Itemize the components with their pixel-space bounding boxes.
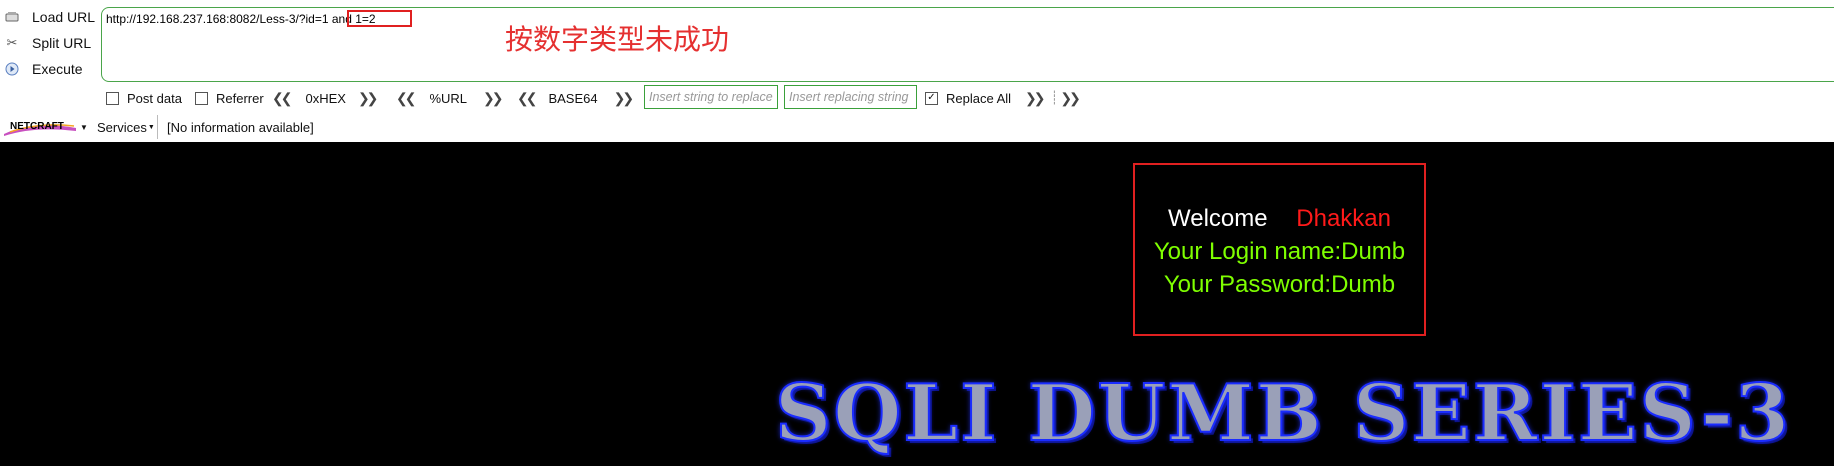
insert-string-input[interactable]: Insert string to replace <box>644 85 778 109</box>
checkbox-icon <box>195 91 208 105</box>
divider: ┊ <box>1050 90 1059 105</box>
referrer-checkbox[interactable]: Referrer <box>195 88 264 108</box>
hex-encode-group: ❮❮ 0xHEX ❯❯ <box>272 88 379 108</box>
replacing-string-input[interactable]: Insert replacing string <box>784 85 917 109</box>
netcraft-logo[interactable]: NETCRAFT <box>4 116 76 136</box>
url-value: http://192.168.237.168:8082/Less-3/?id=1… <box>106 12 376 26</box>
referrer-label: Referrer <box>216 90 264 106</box>
page-title-banner: SQLI DUMB SERIES-3 <box>774 367 1792 460</box>
scissors-icon: ✂ <box>6 35 18 50</box>
decode-arrow-icon[interactable]: ❮❮ <box>272 90 293 107</box>
checkbox-icon <box>106 91 119 105</box>
netcraft-menu-arrow[interactable]: ▼ <box>80 118 88 136</box>
services-menu[interactable]: Services ▼ <box>97 118 155 136</box>
hackbar-toolbar: Load URL ✂ Split URL Execute http://192.… <box>0 0 1834 142</box>
welcome-label: Welcome <box>1168 205 1268 232</box>
user-name: Dhakkan <box>1296 205 1391 232</box>
netcraft-logo-text: NETCRAFT <box>10 121 64 132</box>
decode-arrow-icon[interactable]: ❮❮ <box>517 90 538 107</box>
url-encode-group: ❮❮ %URL ❯❯ <box>396 88 504 108</box>
load-url-label: Load URL <box>32 9 96 25</box>
decode-arrow-icon[interactable]: ❮❮ <box>396 90 417 107</box>
execute-label: Execute <box>32 61 83 77</box>
split-url-label: Split URL <box>32 35 92 51</box>
chevron-down-icon: ▼ <box>147 123 155 131</box>
load-url-button[interactable]: Load URL <box>0 5 100 29</box>
post-data-checkbox[interactable]: Post data <box>106 88 182 108</box>
replace-all-label: Replace All <box>946 90 1012 106</box>
divider <box>157 115 158 139</box>
base64-label: BASE64 <box>548 90 598 106</box>
load-url-icon <box>4 9 20 25</box>
encode-arrow-icon[interactable]: ❯❯ <box>614 90 635 107</box>
execute-button[interactable]: Execute <box>0 57 100 81</box>
chevron-down-icon: ▼ <box>80 122 88 132</box>
login-name-line: Your Login name:Dumb <box>1153 238 1406 265</box>
welcome-line: Welcome Dhakkan <box>1135 205 1424 233</box>
password-line: Your Password:Dumb <box>1163 271 1396 298</box>
post-data-label: Post data <box>127 90 182 106</box>
services-label: Services <box>97 119 147 135</box>
play-icon <box>4 61 20 77</box>
checked-checkbox-icon: ✓ <box>925 91 938 105</box>
login-result-box: Welcome Dhakkan Your Login name:Dumb You… <box>1133 163 1426 336</box>
split-url-button[interactable]: ✂ Split URL <box>0 31 100 55</box>
encode-arrow-icon[interactable]: ❯❯ <box>483 90 504 107</box>
replace-all-checkbox[interactable]: ✓ Replace All ❯❯ ┊ ❯❯ <box>925 88 1081 108</box>
encode-arrow-icon[interactable]: ❯❯ <box>358 90 379 107</box>
annotation-text: 按数字类型未成功 <box>505 23 730 56</box>
hex-label: 0xHEX <box>305 90 346 106</box>
netcraft-info: [No information available] <box>167 119 314 135</box>
base64-group: ❮❮ BASE64 ❯❯ <box>517 88 635 108</box>
run-arrow-icon[interactable]: ❯❯ <box>1060 90 1081 107</box>
replace-arrow-icon[interactable]: ❯❯ <box>1025 90 1046 107</box>
url-enc-label: %URL <box>429 90 468 106</box>
injection-highlight-box <box>347 10 412 27</box>
